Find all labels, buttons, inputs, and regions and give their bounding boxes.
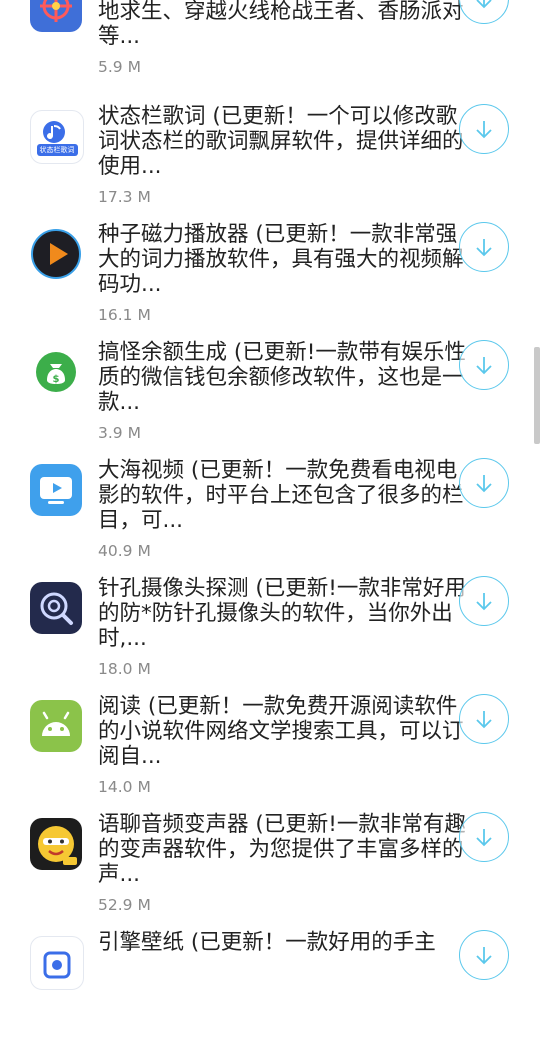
app-description: 准星精灵 (已更新！支持和平精英、绝地求生、穿越火线枪战王者、香肠派对等...: [98, 0, 464, 49]
list-item[interactable]: 语聊音频变声器 (已更新!一款非常有趣的变声器软件，为您提供了丰富多样的声...…: [0, 812, 540, 936]
app-description: 阅读 (已更新！一款免费开源阅读软件的小说软件网络文学搜索工具，可以订阅自...: [98, 694, 464, 769]
download-icon: [476, 475, 492, 493]
app-description: 针孔摄像头探测 (已更新!一款非常好用的防*防针孔摄像头的软件，当你外出时,..…: [98, 576, 466, 651]
app-list: 准星精灵 (已更新！支持和平精英、绝地求生、穿越火线枪战王者、香肠派对等... …: [0, 0, 540, 990]
download-button[interactable]: [459, 458, 509, 508]
download-icon: [476, 239, 492, 257]
list-item[interactable]: 引擎壁纸 (已更新！一款好用的手主: [0, 930, 540, 1054]
download-button[interactable]: [459, 812, 509, 862]
download-icon: [476, 947, 492, 965]
scrollbar[interactable]: [534, 347, 540, 444]
app-size: 3.9 M: [98, 424, 141, 442]
app-size: 16.1 M: [98, 306, 151, 324]
download-button[interactable]: [459, 340, 509, 390]
list-item[interactable]: 大海视频 (已更新！一款免费看电视电影的软件，时平台上还包含了很多的栏目，可..…: [0, 458, 540, 582]
app-description: 搞怪余额生成 (已更新!一款带有娱乐性质的微信钱包余额修改软件，这也是一款...: [98, 340, 466, 415]
app-size: 5.9 M: [98, 58, 141, 76]
download-icon: [476, 711, 492, 729]
camera-detect-icon[interactable]: [30, 582, 82, 634]
tv-icon[interactable]: [30, 464, 82, 516]
app-size: 52.9 M: [98, 896, 151, 914]
crosshair-icon[interactable]: [30, 0, 82, 32]
app-size: 40.9 M: [98, 542, 151, 560]
download-button[interactable]: [459, 694, 509, 744]
android-icon[interactable]: [30, 700, 82, 752]
download-button[interactable]: [459, 576, 509, 626]
download-button[interactable]: [459, 104, 509, 154]
icon-caption: 状态栏歌词: [36, 144, 78, 156]
download-icon: [476, 357, 492, 375]
app-size: 14.0 M: [98, 778, 151, 796]
app-description: 状态栏歌词 (已更新！一个可以修改歌词状态栏的歌词飘屏软件，提供详细的使用...: [98, 104, 464, 179]
svg-text:$: $: [53, 374, 60, 385]
download-icon: [476, 121, 492, 139]
list-item[interactable]: 种子磁力播放器 (已更新！一款非常强大的词力播放软件，具有强大的视频解码功...…: [0, 222, 540, 346]
download-button[interactable]: [459, 222, 509, 272]
app-size: 18.0 M: [98, 660, 151, 678]
wallpaper-icon[interactable]: [30, 936, 84, 990]
download-icon: [476, 0, 492, 9]
app-description: 引擎壁纸 (已更新！一款好用的手主: [98, 930, 436, 955]
app-description: 语聊音频变声器 (已更新!一款非常有趣的变声器软件，为您提供了丰富多样的声...: [98, 812, 466, 887]
app-size: 17.3 M: [98, 188, 151, 206]
music-note-icon[interactable]: 状态栏歌词: [30, 110, 84, 164]
money-bag-icon[interactable]: $: [30, 346, 82, 398]
face-icon[interactable]: [30, 818, 82, 870]
app-description: 大海视频 (已更新！一款免费看电视电影的软件，时平台上还包含了很多的栏目，可..…: [98, 458, 464, 533]
list-item[interactable]: 状态栏歌词 状态栏歌词 (已更新！一个可以修改歌词状态栏的歌词飘屏软件，提供详细…: [0, 104, 540, 228]
download-icon: [476, 829, 492, 847]
list-item[interactable]: 阅读 (已更新！一款免费开源阅读软件的小说软件网络文学搜索工具，可以订阅自...…: [0, 694, 540, 818]
list-item[interactable]: $ 搞怪余额生成 (已更新!一款带有娱乐性质的微信钱包余额修改软件，这也是一款.…: [0, 340, 540, 464]
list-item[interactable]: 准星精灵 (已更新！支持和平精英、绝地求生、穿越火线枪战王者、香肠派对等... …: [0, 0, 540, 98]
play-icon[interactable]: [30, 228, 82, 280]
download-icon: [476, 593, 492, 611]
list-item[interactable]: 针孔摄像头探测 (已更新!一款非常好用的防*防针孔摄像头的软件，当你外出时,..…: [0, 576, 540, 700]
app-description: 种子磁力播放器 (已更新！一款非常强大的词力播放软件，具有强大的视频解码功...: [98, 222, 464, 297]
download-button[interactable]: [459, 930, 509, 980]
